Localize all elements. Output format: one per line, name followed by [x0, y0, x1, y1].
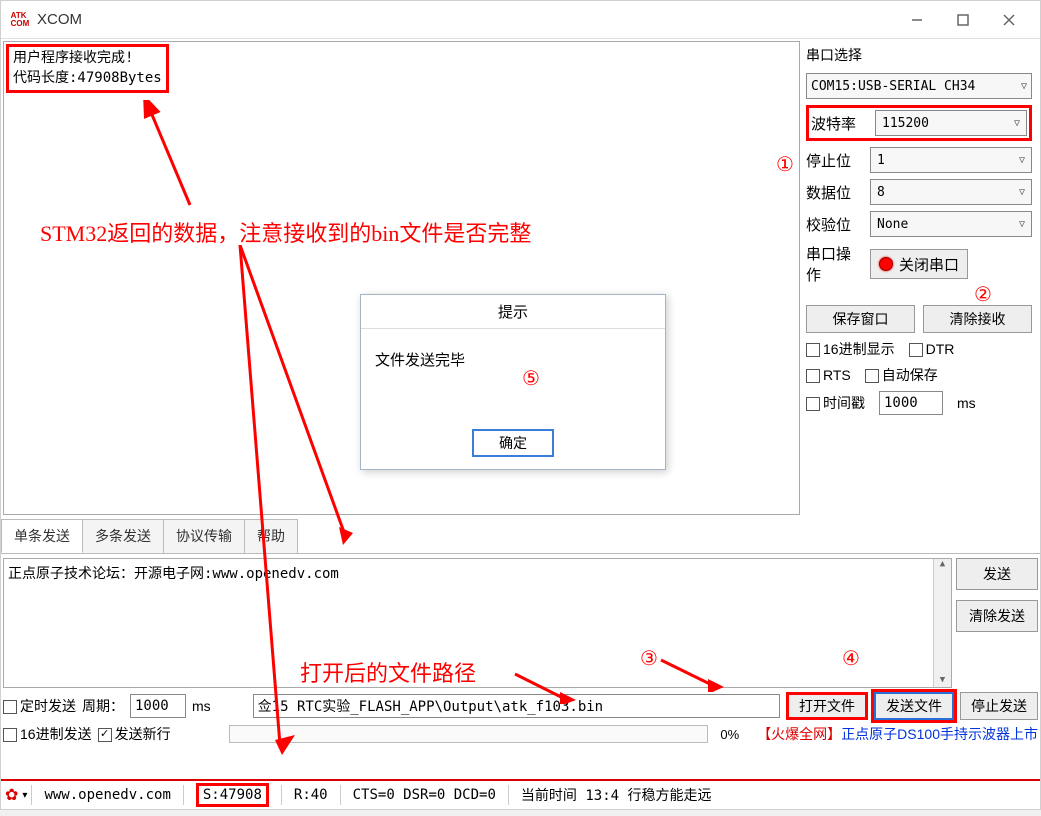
port-value: COM15:USB-SERIAL CH34 — [811, 79, 975, 94]
autosave-checkbox[interactable]: 自动保存 — [865, 365, 938, 385]
message-dialog: 提示 文件发送完毕 确定 — [360, 294, 666, 470]
tab-help[interactable]: 帮助 — [244, 519, 298, 553]
close-button[interactable] — [986, 4, 1032, 36]
gear-icon[interactable]: ✿ — [5, 785, 18, 805]
rts-checkbox[interactable]: RTS — [806, 367, 851, 383]
output-line-2: 代码长度:47908Bytes — [13, 69, 162, 89]
chevron-down-icon: ▽ — [1019, 187, 1025, 198]
send-textarea[interactable]: 正点原子技术论坛：开源电子网:www.openedv.com ▲ ▼ — [3, 558, 952, 688]
stop-label: 停止位 — [806, 150, 864, 171]
op-label: 串口操作 — [806, 243, 864, 285]
status-received: R:40 — [286, 787, 336, 803]
tab-bar: 单条发送 多条发送 协议传输 帮助 — [1, 519, 1040, 554]
minimize-button[interactable] — [894, 4, 940, 36]
tab-protocol[interactable]: 协议传输 — [163, 519, 245, 553]
period-unit: ms — [192, 698, 211, 714]
status-lines: CTS=0 DSR=0 DCD=0 — [345, 787, 504, 803]
maximize-button[interactable] — [940, 4, 986, 36]
chevron-down-icon: ▽ — [1014, 118, 1020, 129]
window-title: XCOM — [37, 11, 82, 28]
parity-select[interactable]: None▽ — [870, 211, 1032, 237]
clear-send-button[interactable]: 清除发送 — [956, 600, 1038, 632]
receive-content: 用户程序接收完成! 代码长度:47908Bytes — [6, 44, 169, 93]
stop-send-button[interactable]: 停止发送 — [960, 692, 1038, 720]
send-content: 正点原子技术论坛：开源电子网:www.openedv.com — [8, 566, 339, 582]
close-port-label: 关闭串口 — [899, 254, 959, 275]
port-select[interactable]: COM15:USB-SERIAL CH34 ▽ — [806, 73, 1032, 99]
progress-percent: 0% — [720, 727, 739, 742]
app-icon: ATKCOM — [9, 9, 31, 31]
promo-link[interactable]: 【火爆全网】正点原子DS100手持示波器上市 — [757, 724, 1038, 744]
data-select[interactable]: 8▽ — [870, 179, 1032, 205]
circle-2: ② — [974, 282, 992, 307]
save-window-button[interactable]: 保存窗口 — [806, 305, 915, 333]
send-button[interactable]: 发送 — [956, 558, 1038, 590]
status-url[interactable]: www.openedv.com — [36, 787, 178, 803]
dialog-ok-button[interactable]: 确定 — [472, 429, 554, 457]
close-port-button[interactable]: 关闭串口 — [870, 249, 968, 279]
status-sent: S:47908 — [196, 783, 269, 807]
chevron-down-icon: ▽ — [1019, 219, 1025, 230]
chevron-down-icon: ▽ — [1021, 81, 1027, 92]
timestamp-checkbox[interactable]: 时间戳 — [806, 393, 865, 413]
hex-send-checkbox[interactable]: 16进制发送 — [3, 724, 92, 744]
port-status-icon — [879, 257, 893, 271]
dtr-checkbox[interactable]: DTR — [909, 341, 955, 357]
send-file-button[interactable]: 发送文件 — [874, 692, 954, 720]
dropdown-icon[interactable]: ▾ — [22, 790, 27, 801]
timestamp-unit: ms — [957, 395, 976, 411]
scroll-down-icon[interactable]: ▼ — [934, 675, 951, 685]
output-line-1: 用户程序接收完成! — [13, 49, 162, 69]
scroll-up-icon[interactable]: ▲ — [934, 559, 951, 569]
status-time: 当前时间 13:4 行稳方能走远 — [513, 785, 720, 805]
send-newline-checkbox[interactable]: 发送新行 — [98, 724, 171, 744]
chevron-down-icon: ▽ — [1019, 155, 1025, 166]
clear-receive-button[interactable]: 清除接收 — [923, 305, 1032, 333]
period-input[interactable]: 1000 — [130, 694, 186, 718]
open-file-button[interactable]: 打开文件 — [786, 692, 868, 720]
baud-select[interactable]: 115200▽ — [875, 110, 1027, 136]
circle-1: ① — [776, 152, 794, 177]
hex-display-checkbox[interactable]: 16进制显示 — [806, 339, 895, 359]
circle-3: ③ — [640, 646, 658, 671]
circle-5: ⑤ — [522, 366, 540, 391]
baud-label: 波特率 — [811, 113, 869, 134]
timestamp-input[interactable]: 1000 — [879, 391, 943, 415]
stop-select[interactable]: 1▽ — [870, 147, 1032, 173]
scheduled-send-checkbox[interactable]: 定时发送 — [3, 696, 76, 716]
progress-bar — [229, 725, 709, 743]
period-label: 周期： — [82, 696, 124, 716]
dialog-title: 提示 — [361, 295, 665, 329]
parity-label: 校验位 — [806, 214, 864, 235]
tab-single-send[interactable]: 单条发送 — [1, 519, 83, 553]
file-path-input[interactable]: 佥15 RTC实验_FLASH_APP\Output\atk_f103.bin — [253, 694, 780, 718]
serial-section-label: 串口选择 — [806, 45, 1032, 65]
dialog-message: 文件发送完毕 — [361, 329, 665, 425]
status-bar: ✿ ▾ www.openedv.com S:47908 R:40 CTS=0 D… — [1, 779, 1040, 809]
tab-multi-send[interactable]: 多条发送 — [82, 519, 164, 553]
data-label: 数据位 — [806, 182, 864, 203]
circle-4: ④ — [842, 646, 860, 671]
